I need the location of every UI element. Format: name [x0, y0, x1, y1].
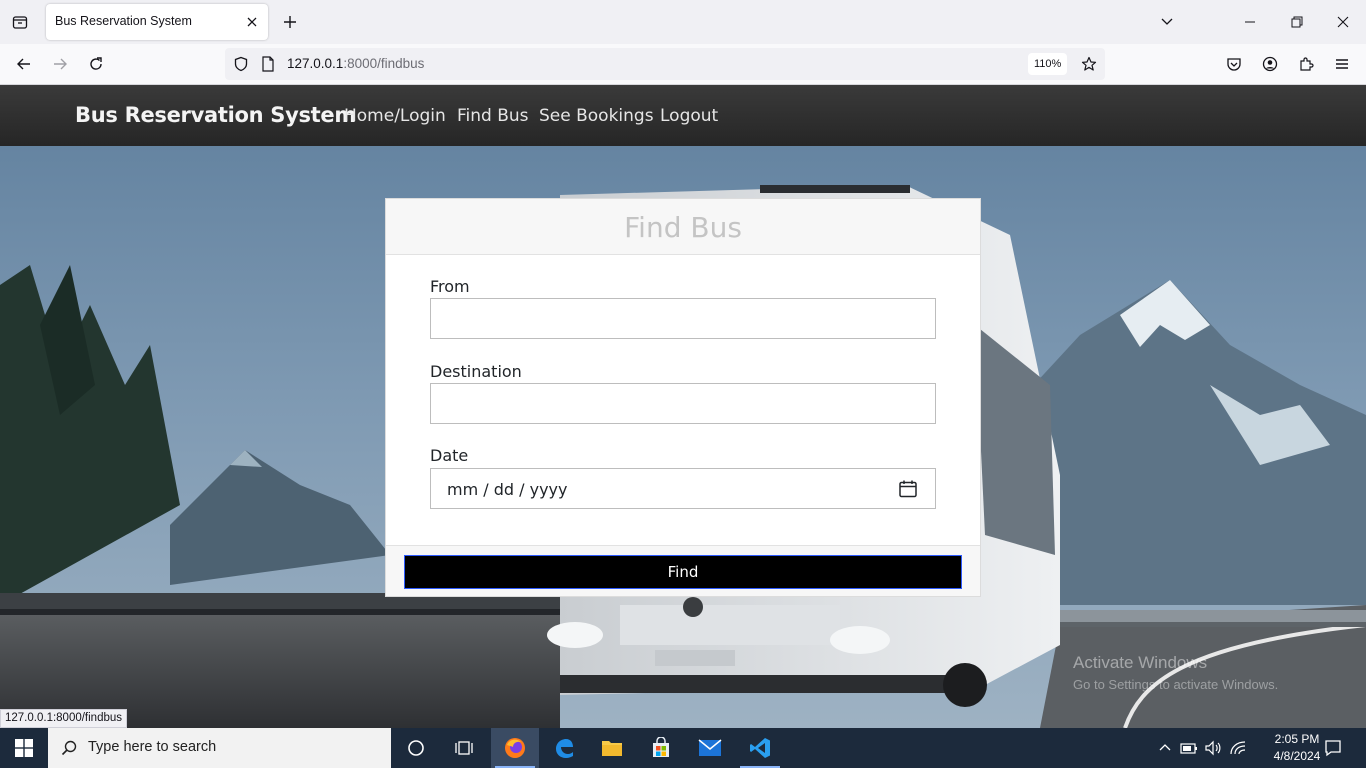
date-input[interactable]: mm / dd / yyyy: [430, 468, 936, 509]
mail-icon[interactable]: [686, 728, 734, 768]
zoom-level-badge[interactable]: 110%: [1028, 53, 1068, 75]
volume-icon[interactable]: [1203, 738, 1223, 758]
file-explorer-icon[interactable]: [588, 728, 636, 768]
tab-title: Bus Reservation System: [55, 14, 192, 28]
network-icon[interactable]: [1228, 738, 1248, 758]
chevron-down-icon[interactable]: [1155, 10, 1179, 34]
date-placeholder: mm / dd / yyyy: [447, 480, 568, 499]
find-button[interactable]: Find: [404, 555, 962, 589]
notification-icon[interactable]: [1323, 738, 1343, 758]
pocket-icon[interactable]: [1222, 52, 1246, 76]
system-clock[interactable]: 2:05 PM 4/8/2024: [1272, 731, 1322, 765]
destination-input[interactable]: [430, 383, 936, 424]
nav-link-see-bookings[interactable]: See Bookings: [539, 106, 654, 126]
card-footer: Find: [386, 545, 980, 596]
shield-icon[interactable]: [231, 54, 251, 74]
browser-tab[interactable]: Bus Reservation System: [46, 4, 268, 40]
page-icon[interactable]: [258, 54, 278, 74]
calendar-icon[interactable]: [898, 479, 918, 499]
back-icon[interactable]: [12, 52, 36, 76]
find-bus-card: Find Bus From Destination Date mm / dd /…: [385, 198, 981, 597]
page-content: Bus Reservation System Home/Login Find B…: [0, 85, 1366, 728]
site-brand[interactable]: Bus Reservation System: [75, 103, 356, 127]
menu-icon[interactable]: [1330, 52, 1354, 76]
nav-link-logout[interactable]: Logout: [660, 106, 718, 126]
battery-icon[interactable]: [1179, 738, 1199, 758]
extensions-icon[interactable]: [1294, 52, 1318, 76]
url-bar[interactable]: 127.0.0.1:8000/findbus 110%: [225, 48, 1105, 80]
bookmark-star-icon[interactable]: [1079, 54, 1099, 74]
date-label: Date: [430, 446, 469, 465]
minimize-icon[interactable]: [1238, 10, 1262, 34]
taskbar-search-box[interactable]: Type here to search: [48, 728, 391, 768]
clock-date: 4/8/2024: [1273, 749, 1321, 763]
url-text[interactable]: 127.0.0.1:8000/findbus: [287, 56, 424, 71]
nav-link-home-login[interactable]: Home/Login: [344, 106, 446, 126]
nav-link-find-bus[interactable]: Find Bus: [457, 106, 529, 126]
url-path: :8000/findbus: [343, 56, 425, 71]
cortana-icon[interactable]: [392, 728, 440, 768]
from-input[interactable]: [430, 298, 936, 339]
clock-time: 2:05 PM: [1274, 732, 1320, 746]
firefox-icon[interactable]: [491, 728, 539, 768]
edge-icon[interactable]: [540, 728, 588, 768]
search-icon: [61, 740, 77, 756]
window-close-icon[interactable]: [1331, 10, 1355, 34]
destination-label: Destination: [430, 362, 522, 381]
new-tab-icon[interactable]: [280, 12, 300, 32]
reload-icon[interactable]: [84, 52, 108, 76]
status-bar-url: 127.0.0.1:8000/findbus: [0, 709, 128, 728]
url-host: 127.0.0.1: [287, 56, 344, 71]
microsoft-store-icon[interactable]: [637, 728, 685, 768]
from-label: From: [430, 277, 470, 296]
windows-taskbar: Type here to search 2:05 PM 4/8/2024: [0, 728, 1366, 768]
card-title: Find Bus: [624, 211, 742, 244]
restore-icon[interactable]: [1285, 10, 1309, 34]
windows-start-icon[interactable]: [0, 728, 48, 768]
forward-icon[interactable]: [48, 52, 72, 76]
site-navbar: Bus Reservation System Home/Login Find B…: [0, 85, 1366, 146]
browser-tab-bar: Bus Reservation System: [0, 0, 1366, 44]
activate-windows-subtitle: Go to Settings to activate Windows.: [1073, 677, 1279, 692]
browser-toolbar: 127.0.0.1:8000/findbus 110%: [0, 44, 1366, 85]
task-view-icon[interactable]: [440, 728, 488, 768]
tab-list-icon[interactable]: [8, 10, 32, 34]
activate-windows-title: Activate Windows: [1073, 653, 1208, 672]
search-placeholder: Type here to search: [88, 739, 217, 755]
account-icon[interactable]: [1258, 52, 1282, 76]
vscode-icon[interactable]: [736, 728, 784, 768]
chevron-up-icon[interactable]: [1155, 738, 1175, 758]
close-icon[interactable]: [242, 12, 262, 32]
card-header: Find Bus: [386, 199, 980, 255]
